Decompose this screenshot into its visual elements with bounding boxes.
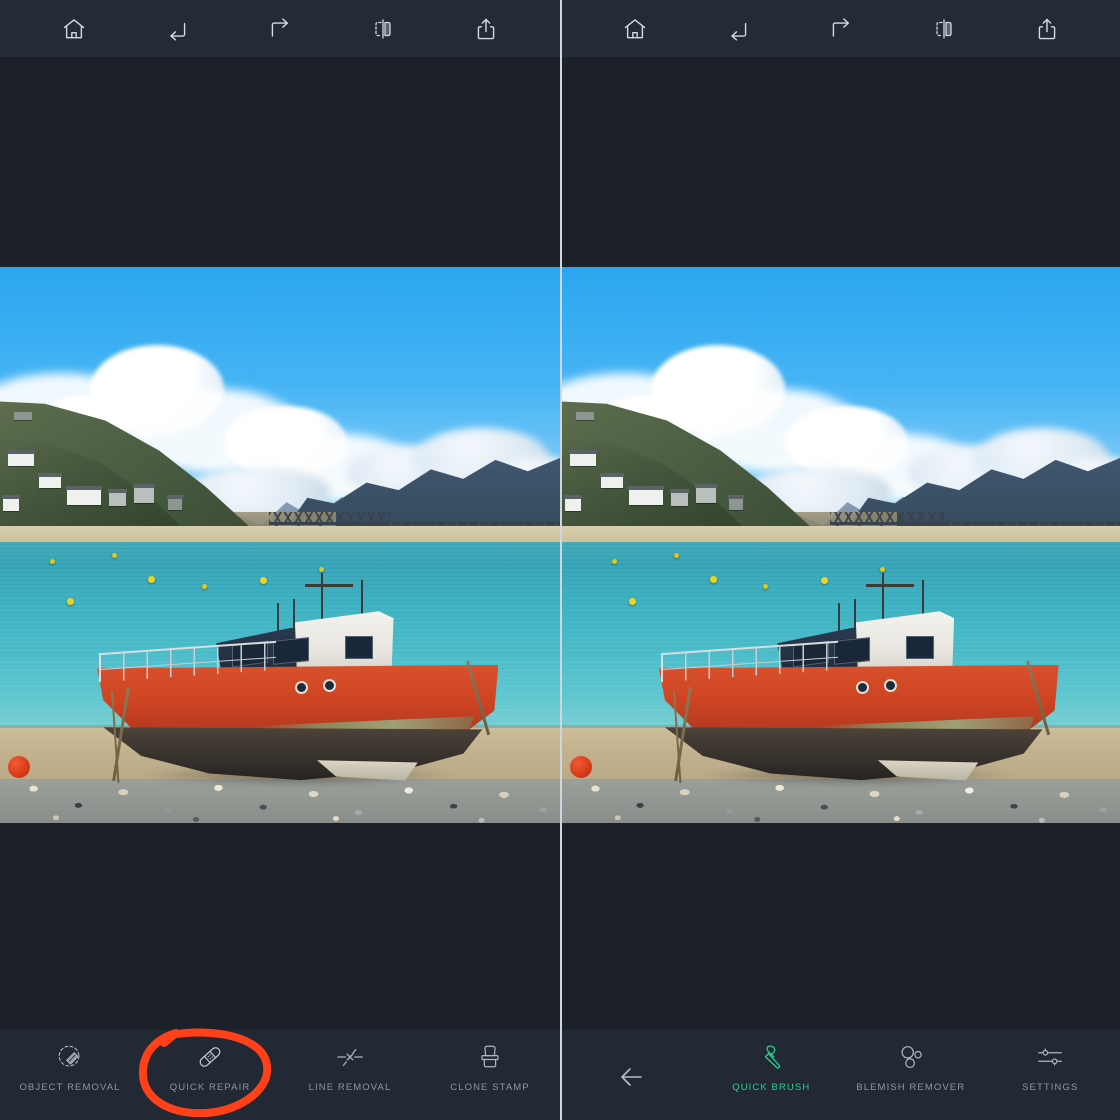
canvas-left[interactable] — [0, 57, 560, 1030]
redo-button[interactable] — [228, 0, 331, 57]
undo-icon — [725, 16, 751, 42]
home-icon — [61, 16, 87, 42]
compare-button[interactable] — [332, 0, 435, 57]
compare-icon — [931, 16, 957, 42]
dual-screenshot: OBJECT REMOVAL QUICK REPAIR LINE REMOVAL… — [0, 0, 1120, 1120]
tool-label: SETTINGS — [1022, 1082, 1079, 1093]
redo-button[interactable] — [790, 0, 893, 57]
tool-clone-stamp[interactable]: CLONE STAMP — [420, 1042, 560, 1112]
compare-button[interactable] — [892, 0, 995, 57]
tool-label: CLONE STAMP — [450, 1082, 530, 1093]
canvas-right[interactable] — [562, 57, 1120, 1030]
tool-toolbar-right: QUICK BRUSH BLEMISH REMOVER SETTINGS — [562, 1030, 1120, 1120]
clone-stamp-icon — [475, 1042, 505, 1072]
share-button[interactable] — [435, 0, 538, 57]
tool-quick-repair[interactable]: QUICK REPAIR — [140, 1042, 280, 1112]
undo-button[interactable] — [687, 0, 790, 57]
quick-brush-icon — [756, 1042, 786, 1072]
photo-left[interactable] — [0, 267, 560, 823]
undo-icon — [164, 16, 190, 42]
panel-left: OBJECT REMOVAL QUICK REPAIR LINE REMOVAL… — [0, 0, 560, 1120]
fishing-boat — [657, 573, 1059, 789]
tool-toolbar-left: OBJECT REMOVAL QUICK REPAIR LINE REMOVAL… — [0, 1030, 560, 1120]
tool-label: BLEMISH REMOVER — [856, 1082, 966, 1093]
home-button[interactable] — [22, 0, 125, 57]
top-toolbar-left — [0, 0, 560, 57]
redo-icon — [267, 16, 293, 42]
beached-boat-photo — [562, 267, 1120, 823]
tool-blemish-remover[interactable]: BLEMISH REMOVER — [841, 1042, 981, 1112]
tool-label: QUICK BRUSH — [732, 1082, 811, 1093]
share-icon — [473, 16, 499, 42]
photo-right[interactable] — [562, 267, 1120, 823]
tool-quick-brush[interactable]: QUICK BRUSH — [702, 1042, 842, 1112]
redo-icon — [828, 16, 854, 42]
line-removal-icon — [335, 1042, 365, 1072]
home-button[interactable] — [584, 0, 687, 57]
tool-settings[interactable]: SETTINGS — [981, 1042, 1120, 1112]
share-button[interactable] — [995, 0, 1098, 57]
tool-label: OBJECT REMOVAL — [19, 1082, 121, 1093]
top-toolbar-right — [562, 0, 1120, 57]
back-button[interactable] — [562, 1042, 702, 1112]
undo-button[interactable] — [125, 0, 228, 57]
tool-object-removal[interactable]: OBJECT REMOVAL — [0, 1042, 140, 1112]
home-icon — [622, 16, 648, 42]
fishing-boat — [95, 573, 499, 789]
compare-icon — [370, 16, 396, 42]
settings-icon — [1035, 1042, 1065, 1072]
object-removal-icon — [55, 1042, 85, 1072]
share-icon — [1034, 16, 1060, 42]
tool-label: QUICK REPAIR — [169, 1082, 251, 1093]
beached-boat-photo — [0, 267, 560, 823]
back-arrow-icon — [615, 1054, 649, 1100]
tool-line-removal[interactable]: LINE REMOVAL — [280, 1042, 420, 1112]
blemish-remover-icon — [896, 1042, 926, 1072]
tool-label: LINE REMOVAL — [308, 1082, 392, 1093]
quick-repair-icon — [195, 1042, 225, 1072]
panel-right: QUICK BRUSH BLEMISH REMOVER SETTINGS — [560, 0, 1120, 1120]
